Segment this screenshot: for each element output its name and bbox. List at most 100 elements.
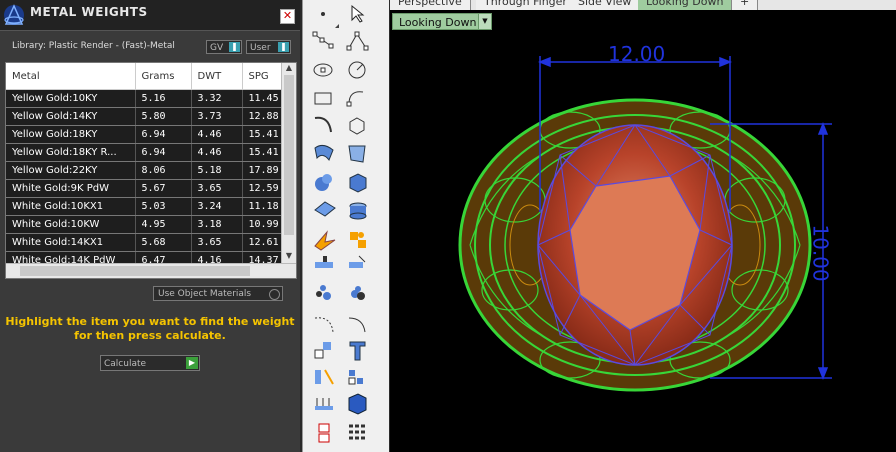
scroll-up-icon[interactable]: ▲ (282, 63, 296, 75)
3d-viewport[interactable]: 12.00 10.00 Perspective Through Finger S… (390, 0, 896, 452)
metal-cell: Yellow Gold:18KY (6, 125, 136, 144)
view-tabs: Perspective Through Finger Side View Loo… (390, 0, 896, 10)
instruction-line-2: for then press calculate. (74, 329, 226, 342)
grid-icon[interactable] (349, 424, 365, 440)
spheres-icon[interactable] (316, 285, 331, 300)
column-header-dwt[interactable]: DWT (191, 63, 243, 90)
table-horizontal-scrollbar[interactable] (6, 263, 296, 278)
spg-cell: 11.45 (242, 89, 282, 108)
arc-icon[interactable] (346, 91, 364, 107)
add-tab-button[interactable]: + (732, 0, 759, 10)
tab-looking-down[interactable]: Looking Down (638, 0, 733, 10)
cube-icon[interactable] (349, 173, 367, 193)
table-row[interactable]: Yellow Gold:18KY 6.94 4.46 15.41 (6, 125, 282, 144)
line-points-icon[interactable] (312, 31, 334, 49)
chevron-down-icon[interactable]: ▼ (478, 14, 491, 29)
projection-icon[interactable] (349, 255, 366, 268)
align-icon[interactable] (315, 256, 333, 268)
column-header-spg[interactable]: SPG (242, 63, 282, 90)
scale-icon[interactable] (314, 342, 331, 359)
curve-icon[interactable] (314, 116, 332, 133)
pave-icon[interactable] (351, 286, 365, 300)
circle-icon[interactable] (348, 61, 366, 79)
table-row[interactable]: White Gold:10KX1 5.03 3.24 11.18 (6, 197, 282, 216)
metal-cell: White Gold:9K PdW (6, 179, 136, 198)
scroll-down-icon[interactable]: ▼ (282, 251, 296, 263)
rectangle-icon[interactable] (314, 92, 332, 105)
view-selector-label: Looking Down (399, 16, 477, 29)
column-header-grams[interactable]: Grams (135, 63, 192, 90)
spg-cell: 17.89 (242, 161, 282, 180)
table-row[interactable]: Yellow Gold:22KY 8.06 5.18 17.89 (6, 161, 282, 180)
user-toggle-label: User (250, 43, 271, 53)
polygon-icon[interactable] (349, 117, 365, 135)
grams-cell: 6.94 (135, 125, 192, 144)
polyline-icon[interactable] (346, 31, 369, 51)
table-row[interactable]: Yellow Gold:14KY 5.80 3.73 12.88 (6, 107, 282, 126)
user-toggle[interactable]: User ❚ (246, 40, 291, 54)
plane-icon[interactable] (314, 201, 336, 217)
grams-cell: 6.94 (135, 143, 192, 162)
surface-icon[interactable] (314, 144, 334, 162)
toggle-indicator-icon: ❚ (229, 42, 240, 52)
spg-cell: 12.88 (242, 107, 282, 126)
puzzle-icon[interactable] (350, 232, 366, 248)
boolean-icon[interactable] (314, 230, 336, 251)
spg-cell: 11.18 (242, 197, 282, 216)
table-row[interactable]: White Gold:14KX1 5.68 3.65 12.61 (6, 233, 282, 252)
stack-icon[interactable] (318, 423, 330, 443)
scrollbar-thumb[interactable] (20, 266, 250, 276)
calculate-button[interactable]: Calculate ▶ (100, 355, 200, 371)
flyout-arrow-icon (335, 24, 339, 28)
dwt-cell: 4.46 (191, 125, 243, 144)
metal-cell: Yellow Gold:18KY R... (6, 143, 136, 162)
dwt-cell: 3.65 (191, 233, 243, 252)
dwt-cell: 3.65 (191, 179, 243, 198)
solid-cube-icon[interactable] (348, 393, 367, 415)
metal-weights-panel: METAL WEIGHTS ✕ Library: Plastic Render … (0, 0, 300, 452)
table-vertical-scrollbar[interactable]: ▲ ▼ (281, 63, 296, 263)
spg-cell: 12.59 (242, 179, 282, 198)
tool-palette (302, 0, 389, 452)
metal-cell: Yellow Gold:22KY (6, 161, 136, 180)
use-object-materials-button[interactable]: Use Object Materials (153, 286, 283, 301)
calculate-label: Calculate (104, 359, 147, 369)
play-arrow-icon: ▶ (186, 357, 198, 369)
grams-cell: 5.80 (135, 107, 192, 126)
text-icon[interactable] (349, 341, 366, 361)
grams-cell: 8.06 (135, 161, 192, 180)
cylinder-icon[interactable] (349, 202, 367, 220)
grams-cell: 5.03 (135, 197, 192, 216)
close-icon[interactable]: ✕ (280, 9, 295, 24)
table-row[interactable]: White Gold:9K PdW 5.67 3.65 12.59 (6, 179, 282, 198)
mirror-icon[interactable] (315, 369, 334, 385)
table-row[interactable]: Yellow Gold:18KY R... 6.94 4.46 15.41 (6, 143, 282, 162)
curve-path-icon[interactable] (314, 317, 334, 333)
app-logo-icon (4, 4, 24, 25)
table-row[interactable]: White Gold:10KW 4.95 3.18 10.99 (6, 215, 282, 234)
gv-toggle[interactable]: GV ❚ (206, 40, 242, 54)
gemstone (537, 124, 733, 366)
metal-cell: Yellow Gold:10KY (6, 89, 136, 108)
distribute-icon[interactable] (315, 398, 333, 410)
gv-toggle-label: GV (210, 43, 224, 53)
table-row[interactable]: Yellow Gold:10KY 5.16 3.32 11.45 (6, 89, 282, 108)
tab-perspective[interactable]: Perspective (390, 0, 471, 10)
sphere-icon[interactable] (315, 174, 332, 191)
view-selector[interactable]: Looking Down ▼ (392, 13, 492, 30)
dot-icon[interactable] (321, 12, 325, 16)
select-arrow-icon[interactable] (351, 4, 365, 23)
tab-through-finger[interactable]: Through Finger (476, 0, 576, 10)
tab-side-view[interactable]: Side View (570, 0, 641, 10)
dwt-cell: 3.18 (191, 215, 243, 234)
column-header-metal[interactable]: Metal (6, 63, 136, 90)
metal-cell: White Gold:10KX1 (6, 197, 136, 216)
scrollbar-thumb[interactable] (284, 75, 294, 235)
bend-icon[interactable] (348, 317, 366, 333)
ellipse-icon[interactable] (313, 63, 333, 77)
array-icon[interactable] (348, 370, 363, 385)
spg-cell: 15.41 (242, 143, 282, 162)
metal-cell: Yellow Gold:14KY (6, 107, 136, 126)
grams-cell: 5.67 (135, 179, 192, 198)
mesh-edit-icon[interactable] (348, 145, 366, 163)
